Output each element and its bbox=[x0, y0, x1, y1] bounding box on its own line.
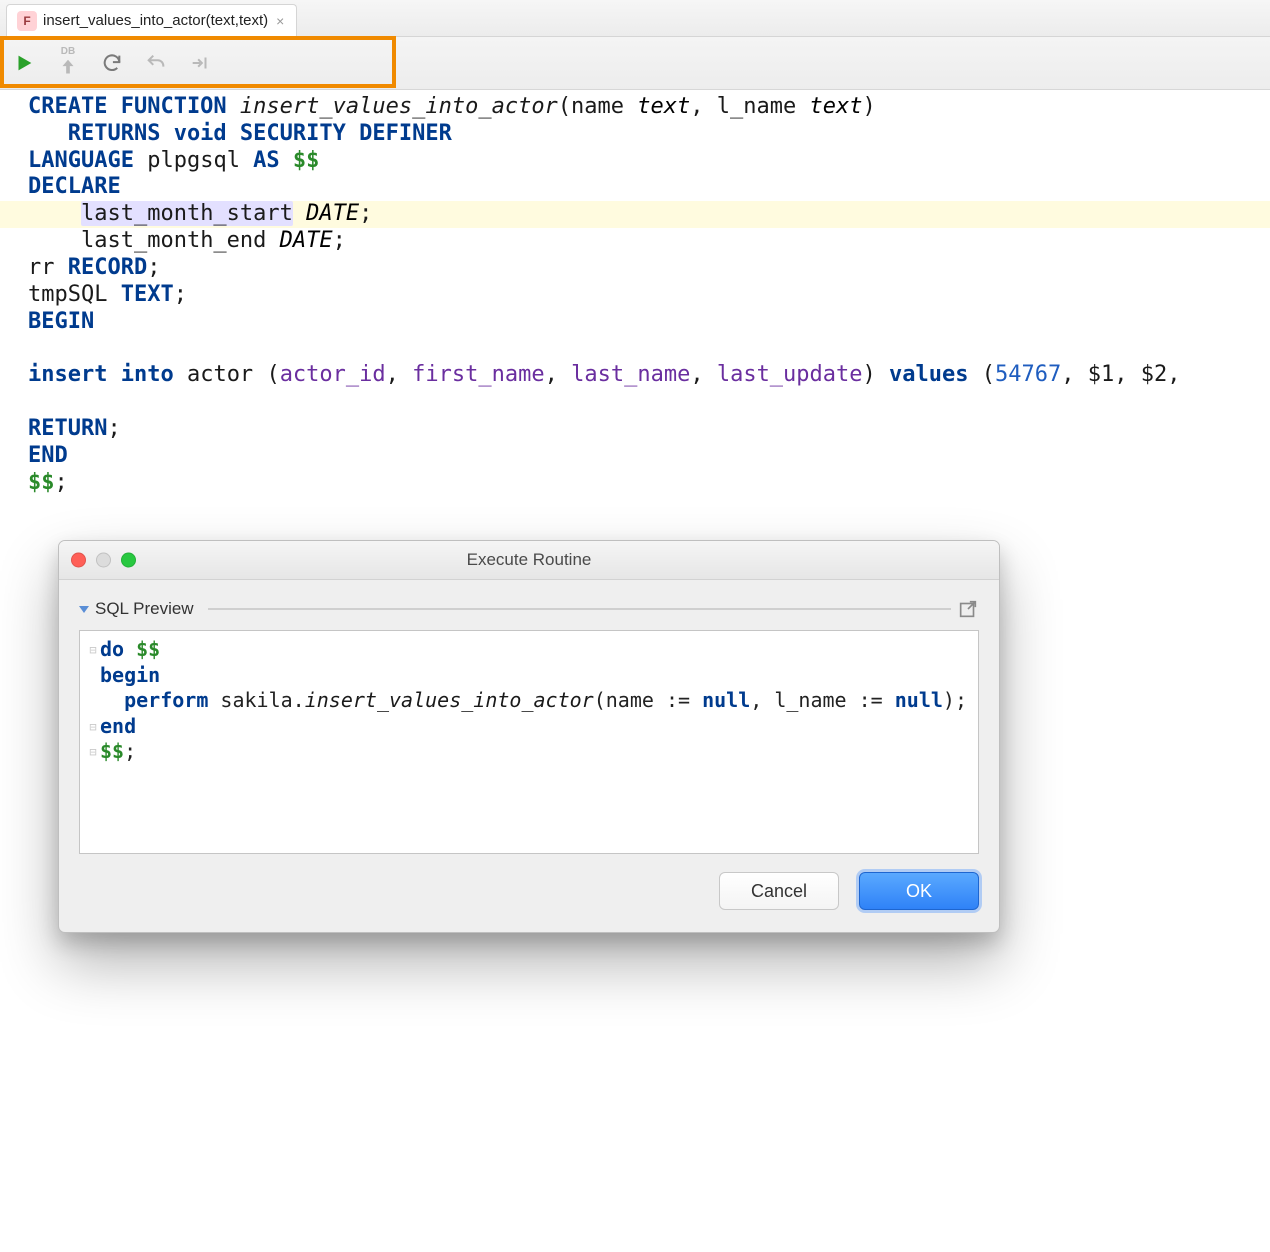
code-text: ; bbox=[359, 201, 372, 226]
kw-do: do bbox=[100, 637, 136, 661]
code-text: , l_name bbox=[690, 94, 809, 119]
var-name: last_month_end bbox=[81, 228, 266, 253]
kw-end: END bbox=[28, 443, 68, 468]
type-text: text bbox=[810, 94, 863, 119]
code-text: ; bbox=[124, 739, 136, 763]
refresh-button[interactable] bbox=[98, 49, 126, 77]
code-text: ); bbox=[943, 688, 967, 712]
code-text: ; bbox=[333, 228, 346, 253]
kw-begin: begin bbox=[100, 663, 160, 687]
code-text bbox=[28, 201, 81, 226]
code-text: ) bbox=[863, 362, 876, 387]
type-text: text bbox=[637, 94, 690, 119]
db-label: DB bbox=[61, 48, 75, 56]
kw-insert: insert into bbox=[28, 362, 187, 387]
code-text: ( bbox=[982, 362, 995, 387]
col-name: last_update bbox=[717, 362, 863, 387]
code-text: , bbox=[386, 362, 413, 387]
kw-create: CREATE FUNCTION bbox=[28, 94, 240, 119]
open-in-editor-icon[interactable] bbox=[957, 598, 979, 620]
code-text: , $1, $2, bbox=[1061, 362, 1193, 387]
number-literal: 54767 bbox=[995, 362, 1061, 387]
kw-as: AS bbox=[240, 148, 293, 173]
type-date: DATE bbox=[293, 201, 359, 226]
sql-preview-editor[interactable]: ⊟do $$ begin perform sakila.insert_value… bbox=[79, 630, 979, 854]
dialog-body: SQL Preview ⊟do $$ begin perform sakila.… bbox=[59, 580, 999, 854]
kw-null: null bbox=[702, 688, 750, 712]
chevron-down-icon bbox=[79, 606, 89, 613]
col-name: last_name bbox=[571, 362, 690, 387]
code-text: , l_name := bbox=[750, 688, 895, 712]
window-close-button[interactable] bbox=[71, 553, 86, 568]
fn-name: insert_values_into_actor bbox=[305, 688, 594, 712]
code-text: ) bbox=[862, 94, 875, 119]
fn-name: insert_values_into_actor bbox=[240, 94, 558, 119]
code-text: (name := bbox=[594, 688, 702, 712]
ok-button[interactable]: OK bbox=[859, 872, 979, 910]
schema-name: sakila. bbox=[220, 688, 304, 712]
window-zoom-button[interactable] bbox=[121, 553, 136, 568]
run-button[interactable] bbox=[10, 49, 38, 77]
execute-routine-dialog: Execute Routine SQL Preview ⊟do $$ begin… bbox=[58, 540, 1000, 933]
dialog-titlebar[interactable]: Execute Routine bbox=[59, 541, 999, 580]
code-text: (name bbox=[558, 94, 637, 119]
var-name: tmpSQL bbox=[28, 282, 107, 307]
col-name: actor_id bbox=[280, 362, 386, 387]
code-editor[interactable]: CREATE FUNCTION insert_values_into_actor… bbox=[0, 90, 1270, 526]
kw-declare: DECLARE bbox=[28, 174, 121, 199]
gutter bbox=[86, 694, 100, 709]
var-name: rr bbox=[28, 255, 55, 280]
code-text bbox=[100, 688, 124, 712]
fold-icon[interactable]: ⊟ bbox=[86, 745, 100, 760]
cancel-button[interactable]: Cancel bbox=[719, 872, 839, 910]
code-text: ; bbox=[107, 416, 120, 441]
col-name: first_name bbox=[412, 362, 544, 387]
traffic-lights bbox=[71, 553, 136, 568]
code-text: , bbox=[690, 362, 717, 387]
sql-preview-header[interactable]: SQL Preview bbox=[79, 598, 979, 620]
code-text: ( bbox=[266, 362, 279, 387]
fold-icon[interactable]: ⊟ bbox=[86, 643, 100, 658]
undo-button[interactable] bbox=[142, 49, 170, 77]
function-icon: F bbox=[17, 11, 37, 31]
dollar-quote: $$ bbox=[293, 148, 320, 173]
highlighted-line: last_month_start DATE; bbox=[0, 201, 1270, 228]
kw-values: values bbox=[876, 362, 982, 387]
dollar-quote: $$ bbox=[100, 739, 124, 763]
dialog-buttons: Cancel OK bbox=[59, 854, 999, 932]
kw-return: RETURN bbox=[28, 416, 107, 441]
kw-null: null bbox=[895, 688, 943, 712]
code-text: ; bbox=[174, 282, 187, 307]
close-icon[interactable]: × bbox=[274, 13, 286, 29]
divider bbox=[208, 608, 951, 610]
editor-tab[interactable]: F insert_values_into_actor(text,text) × bbox=[6, 4, 297, 36]
kw-perform: perform bbox=[124, 688, 220, 712]
editor-toolbar: DB bbox=[0, 37, 1270, 90]
gutter bbox=[86, 668, 100, 683]
type-text: TEXT bbox=[107, 282, 173, 307]
table-name: actor bbox=[187, 362, 266, 387]
kw-returns: RETURNS void SECURITY DEFINER bbox=[28, 121, 452, 146]
dollar-quote: $$ bbox=[28, 470, 55, 495]
kw-begin: BEGIN bbox=[28, 309, 94, 334]
type-date: DATE bbox=[266, 228, 332, 253]
kw-language: LANGUAGE bbox=[28, 148, 147, 173]
tab-title: insert_values_into_actor(text,text) bbox=[43, 12, 268, 29]
code-text: ; bbox=[147, 255, 160, 280]
code-text: , bbox=[545, 362, 572, 387]
dialog-title: Execute Routine bbox=[467, 550, 592, 570]
step-button[interactable] bbox=[186, 49, 214, 77]
type-record: RECORD bbox=[55, 255, 148, 280]
selected-var: last_month_start bbox=[81, 201, 293, 226]
window-minimize-button[interactable] bbox=[96, 553, 111, 568]
section-title: SQL Preview bbox=[95, 599, 194, 619]
dollar-quote: $$ bbox=[136, 637, 160, 661]
tab-bar: F insert_values_into_actor(text,text) × bbox=[0, 0, 1270, 37]
code-text: plpgsql bbox=[147, 148, 240, 173]
code-text bbox=[28, 228, 81, 253]
db-submit-button[interactable]: DB bbox=[54, 49, 82, 77]
code-text: ; bbox=[55, 470, 68, 495]
kw-end: end bbox=[100, 714, 136, 738]
fold-icon[interactable]: ⊟ bbox=[86, 720, 100, 735]
